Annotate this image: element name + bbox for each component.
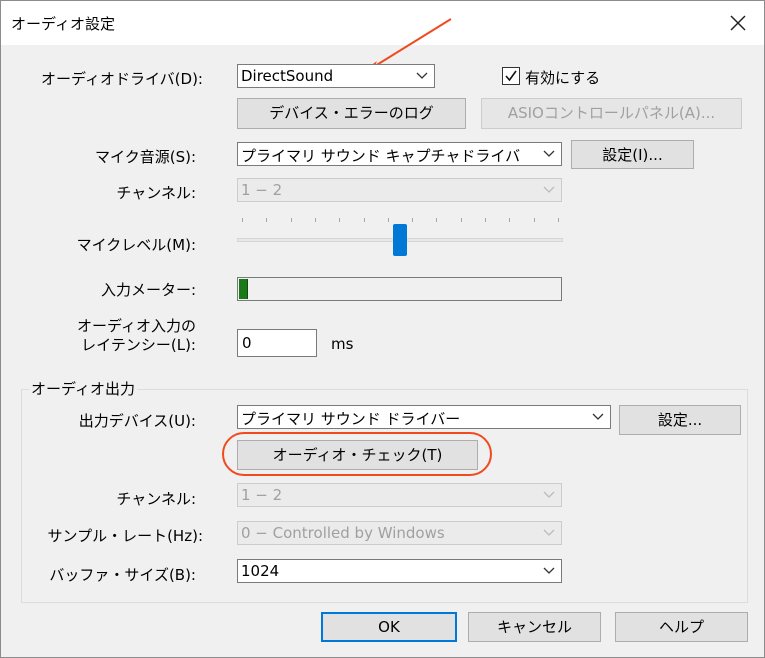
output-channel-select[interactable]: 1 − 2 xyxy=(237,483,562,507)
input-channel-value: 1 − 2 xyxy=(241,181,283,199)
slider-tick xyxy=(242,218,243,222)
cancel-button[interactable]: キャンセル xyxy=(468,612,601,642)
buffer-size-select[interactable]: 1024 xyxy=(237,559,562,583)
input-meter-fill xyxy=(239,279,249,299)
window-title: オーディオ設定 xyxy=(11,15,115,33)
output-channel-value: 1 − 2 xyxy=(241,486,283,504)
output-device-label: 出力デバイス(U): xyxy=(78,412,196,430)
output-channel-label: チャンネル: xyxy=(116,490,196,508)
latency-input[interactable]: 0 xyxy=(237,329,317,357)
mic-level-thumb[interactable] xyxy=(393,224,407,256)
slider-tick xyxy=(485,218,487,222)
input-channel-label: チャンネル: xyxy=(116,184,196,202)
slider-tick xyxy=(290,218,292,222)
latency-unit: ms xyxy=(331,335,354,353)
latency-label-line2: レイテンシー(L): xyxy=(81,336,196,354)
slider-tick xyxy=(266,218,268,222)
slider-tick xyxy=(314,218,316,222)
mic-level-label: マイクレベル(M): xyxy=(76,236,196,254)
output-settings-button[interactable]: 設定... xyxy=(619,405,741,435)
sample-rate-select[interactable]: 0 − Controlled by Windows xyxy=(237,521,562,545)
sample-rate-label: サンプル・レート(Hz): xyxy=(47,527,203,545)
input-channel-select[interactable]: 1 − 2 xyxy=(237,178,562,202)
annotation-highlight-ellipse xyxy=(222,432,492,476)
output-device-select[interactable]: プライマリ サウンド ドライバー xyxy=(237,405,611,429)
slider-tick xyxy=(387,218,389,222)
mic-source-select[interactable]: プライマリ サウンド キャプチャドライバ xyxy=(237,142,562,166)
audio-output-group-title: オーディオ出力 xyxy=(29,378,137,399)
input-meter xyxy=(237,277,562,301)
chevron-down-icon xyxy=(543,567,555,574)
check-icon xyxy=(505,70,517,82)
device-error-log-button[interactable]: デバイス・エラーのログ xyxy=(237,98,466,129)
help-button[interactable]: ヘルプ xyxy=(615,612,748,642)
mic-source-label: マイク音源(S): xyxy=(95,148,196,166)
latency-label-line1: オーディオ入力の xyxy=(77,317,196,335)
buffer-size-value: 1024 xyxy=(241,562,280,580)
chevron-down-icon xyxy=(543,186,555,193)
slider-tick xyxy=(412,218,414,222)
ok-button[interactable]: OK xyxy=(321,612,457,642)
slider-tick xyxy=(363,218,365,222)
slider-tick xyxy=(339,218,341,222)
enable-checkbox[interactable] xyxy=(502,67,520,85)
chevron-down-icon xyxy=(416,72,428,79)
buffer-size-label: バッファ・サイズ(B): xyxy=(49,566,196,584)
chevron-down-icon xyxy=(543,491,555,498)
close-icon[interactable] xyxy=(724,9,752,37)
enable-label: 有効にする xyxy=(525,69,601,87)
mic-source-value: プライマリ サウンド キャプチャドライバ xyxy=(241,147,521,165)
slider-tick xyxy=(436,218,438,222)
chevron-down-icon xyxy=(543,529,555,536)
driver-label: オーディオドライバ(D): xyxy=(41,70,203,88)
input-meter-label: 入力メーター: xyxy=(100,281,196,299)
audio-settings-dialog: オーディオ設定 オーディオドライバ(D): DirectSound 有効にする … xyxy=(0,0,765,658)
driver-select-value: DirectSound xyxy=(241,67,334,85)
sample-rate-value: 0 − Controlled by Windows xyxy=(241,524,445,542)
chevron-down-icon xyxy=(592,413,604,420)
driver-select[interactable]: DirectSound xyxy=(237,64,435,88)
mic-settings-button[interactable]: 設定(I)... xyxy=(571,140,694,169)
slider-tick xyxy=(509,218,511,222)
slider-tick xyxy=(460,218,462,222)
latency-value: 0 xyxy=(242,334,252,352)
output-device-value: プライマリ サウンド ドライバー xyxy=(241,410,461,428)
slider-tick xyxy=(533,218,535,222)
slider-tick xyxy=(558,218,559,222)
asio-control-panel-button[interactable]: ASIOコントロールパネル(A)... xyxy=(481,98,742,129)
chevron-down-icon xyxy=(543,150,555,157)
